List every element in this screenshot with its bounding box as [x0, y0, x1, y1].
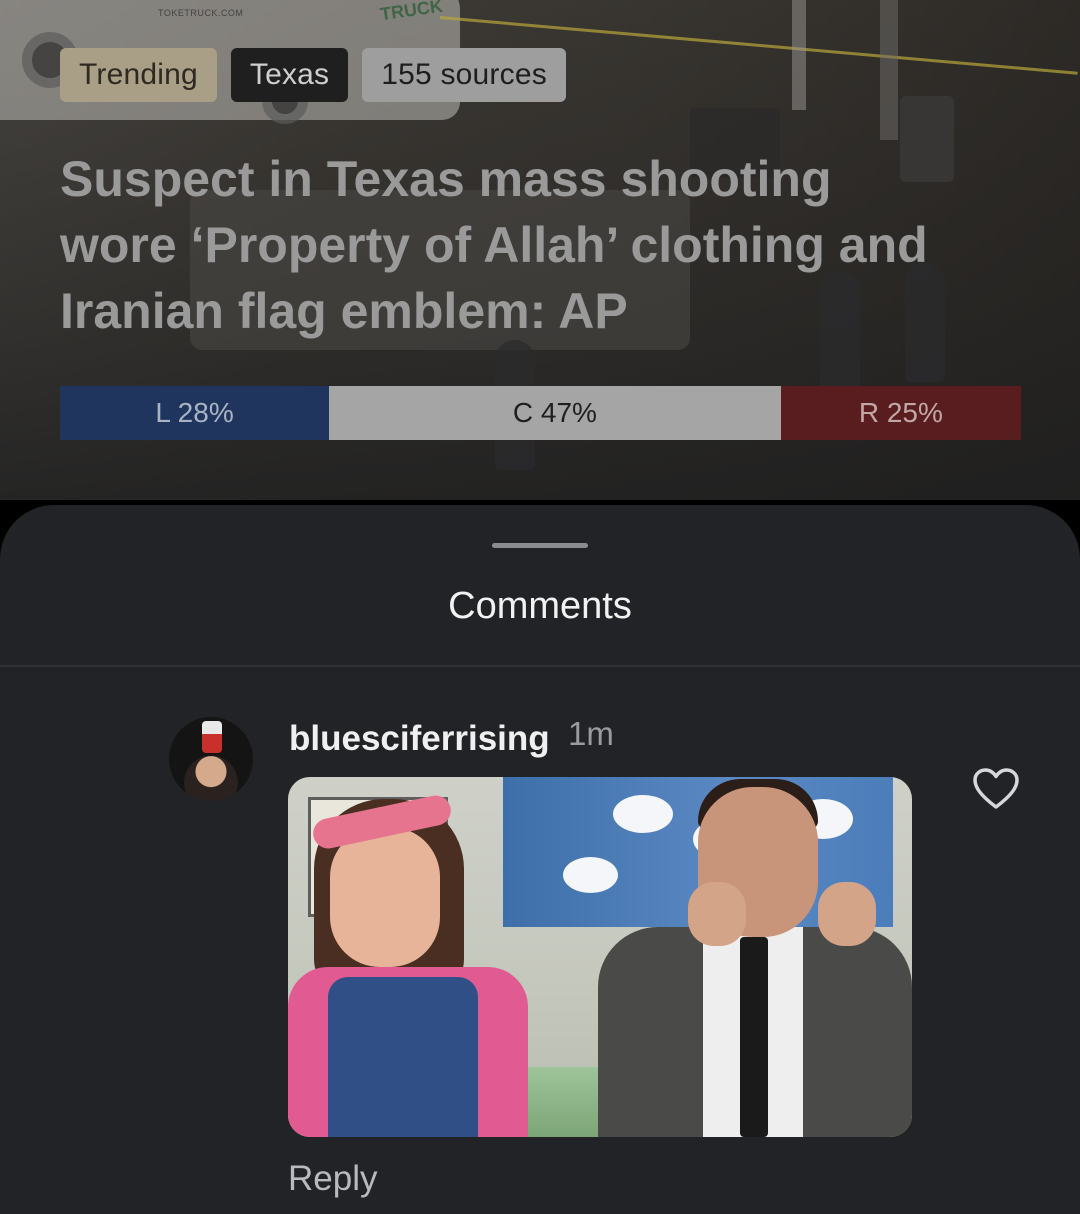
bias-center-segment: C 47%	[329, 386, 781, 440]
story-header[interactable]: TOKETRUCK.COM TRUCK Trending Texas 155 s…	[0, 0, 1080, 500]
sources-count-badge[interactable]: 155 sources	[362, 48, 566, 102]
comment-gif-image[interactable]	[288, 777, 912, 1137]
sheet-title: Comments	[448, 585, 632, 627]
avatar-can-graphic	[202, 721, 222, 753]
comment-username[interactable]: bluesciferrising	[289, 719, 550, 759]
story-tags: Trending Texas 155 sources	[60, 48, 566, 102]
bias-distribution-bar[interactable]: L 28% C 47% R 25%	[60, 386, 1021, 440]
photo-pole	[880, 0, 898, 140]
gif-man-tie	[740, 937, 768, 1137]
bias-left-segment: L 28%	[60, 386, 330, 440]
divider	[0, 665, 1080, 667]
story-headline[interactable]: Suspect in Texas mass shooting wore ‘Pro…	[60, 146, 960, 344]
sheet-drag-handle[interactable]	[492, 543, 588, 548]
tag-trending[interactable]: Trending	[60, 48, 217, 102]
tag-topic[interactable]: Texas	[230, 48, 349, 102]
heart-icon[interactable]	[972, 767, 1020, 811]
bias-right-segment: R 25%	[780, 386, 1021, 440]
gif-fist	[688, 882, 746, 946]
gif-fist	[818, 882, 876, 946]
comments-sheet: Comments bluesciferrising 1m Reply	[0, 505, 1080, 1214]
comment-timestamp: 1m	[568, 715, 614, 752]
avatar[interactable]	[169, 717, 253, 801]
gif-girl-face	[330, 827, 440, 967]
reply-button[interactable]: Reply	[288, 1159, 377, 1199]
photo-van-url: TOKETRUCK.COM	[158, 8, 244, 18]
photo-pole	[792, 0, 806, 110]
gif-girl-overalls	[328, 977, 478, 1137]
